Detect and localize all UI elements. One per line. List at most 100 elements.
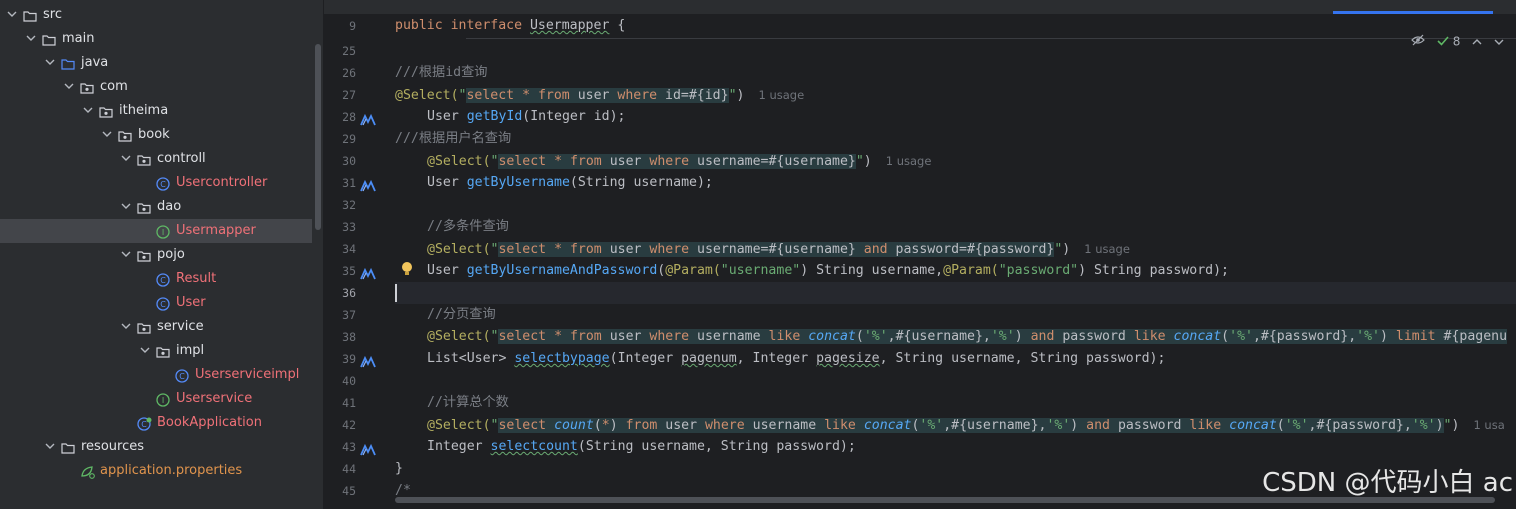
line-number: 28 (342, 110, 356, 124)
chevron-down-icon[interactable] (120, 243, 132, 267)
editor-tab-strip[interactable] (324, 0, 1516, 14)
inspection-widget[interactable]: 8 (1411, 34, 1504, 50)
tree-item-resources[interactable]: resources (0, 435, 312, 459)
tree-item-user[interactable]: C User (0, 291, 312, 315)
mybatis-navigation-icon[interactable] (360, 177, 376, 192)
project-tree[interactable]: src main java com itheima book controll C Userco… (0, 0, 324, 509)
spring-class-icon: C (137, 416, 152, 431)
chevron-down-icon[interactable] (101, 123, 113, 147)
tree-item-application-properties[interactable]: application.properties (0, 459, 312, 483)
tree-item-userserviceimpl[interactable]: C Userserviceimpl (0, 363, 312, 387)
svg-text:C: C (141, 420, 147, 429)
properties-icon (80, 464, 95, 479)
chevron-up-icon[interactable] (1472, 35, 1486, 49)
current-line-highlight (395, 282, 1516, 304)
tree-item-label: Result (176, 271, 217, 286)
line-number: 33 (342, 220, 356, 234)
code-line-26[interactable]: ///根据id查询 (395, 62, 487, 84)
tree-item-service[interactable]: service (0, 315, 312, 339)
tree-item-result[interactable]: C Result (0, 267, 312, 291)
mybatis-navigation-icon[interactable] (360, 353, 376, 368)
chevron-down-icon[interactable] (44, 435, 56, 459)
line-number: 39 (342, 352, 356, 366)
sticky-header-divider (466, 38, 1516, 39)
code-token: @Select( (427, 242, 491, 257)
tree-item-dao[interactable]: dao (0, 195, 312, 219)
check-icon[interactable] (1437, 35, 1453, 49)
mybatis-navigation-icon[interactable] (360, 441, 376, 456)
code-line-27[interactable]: @Select("select * from user where id=#{i… (395, 84, 804, 106)
chevron-down-icon[interactable] (139, 339, 151, 363)
code-line-35[interactable]: User getByUsernameAndPassword(@Param("us… (427, 260, 1229, 282)
code-line-38[interactable]: @Select("select * from user where userna… (427, 326, 1508, 348)
line-number: 36 (342, 286, 356, 300)
code-line-44[interactable]: } (395, 458, 403, 480)
code-line-41[interactable]: //计算总个数 (427, 392, 509, 414)
code-token: @Select( (427, 154, 491, 169)
chevron-down-icon[interactable] (63, 75, 75, 99)
code-line-28[interactable]: User getById(Integer id); (427, 106, 626, 128)
tree-item-label: java (81, 55, 109, 70)
tree-item-book[interactable]: book (0, 123, 312, 147)
tree-item-label: Userservice (176, 391, 253, 406)
folder-icon (61, 440, 75, 454)
chevron-down-icon[interactable] (82, 99, 94, 123)
chevron-down-icon[interactable] (44, 51, 56, 75)
tree-item-userservice[interactable]: I Userservice (0, 387, 312, 411)
tree-item-main[interactable]: main (0, 27, 312, 51)
tree-item-java[interactable]: java (0, 51, 312, 75)
package-icon (137, 248, 151, 262)
text-caret (395, 284, 397, 302)
code-token: ///根据用户名查询 (395, 131, 512, 146)
chevron-down-icon[interactable] (25, 27, 37, 51)
code-line-30[interactable]: @Select("select * from user where userna… (427, 150, 931, 172)
code-line-33[interactable]: //多条件查询 (427, 216, 509, 238)
package-icon (137, 320, 151, 334)
mybatis-navigation-icon[interactable] (360, 265, 376, 280)
eye-slash-icon[interactable] (1411, 34, 1429, 49)
tree-item-src[interactable]: src (0, 3, 312, 27)
chevron-down-icon[interactable] (120, 147, 132, 171)
tree-item-itheima[interactable]: itheima (0, 99, 312, 123)
tree-item-impl[interactable]: impl (0, 339, 312, 363)
tree-item-bookapplication[interactable]: C BookApplication (0, 411, 312, 435)
package-icon (156, 344, 170, 358)
tree-scrollbar[interactable] (315, 44, 321, 230)
code-line-37[interactable]: //分页查询 (427, 304, 496, 326)
watermark: CSDN @代码小白 ac (1262, 468, 1513, 498)
code-line-43[interactable]: Integer selectcount(String username, Str… (427, 436, 856, 458)
chevron-down-icon[interactable] (120, 195, 132, 219)
usage-hint[interactable]: 1 usage (886, 154, 932, 168)
code-editor[interactable]: 9 25 26 27 28 29 30 31 32 33 34 35 36 37 38 39 40 41 42 43 4… (324, 14, 1516, 509)
sql-string: select * from user where username=#{user… (498, 154, 856, 169)
interface-icon: I (156, 392, 170, 407)
usage-hint[interactable]: 1 usa (1473, 418, 1504, 432)
tree-item-com[interactable]: com (0, 75, 312, 99)
tree-item-usercontroller[interactable]: C Usercontroller (0, 171, 312, 195)
code-line-9[interactable]: public interface Usermapper { (395, 15, 625, 37)
line-number: 32 (342, 198, 356, 212)
code-line-29[interactable]: ///根据用户名查询 (395, 128, 511, 150)
code-token: @Param( (665, 263, 721, 278)
code-line-39[interactable]: List<User> selectbypage(Integer pagenum,… (427, 348, 1165, 370)
code-line-31[interactable]: User getByUsername(String username); (427, 172, 713, 194)
svg-text:C: C (160, 180, 166, 189)
code-line-42[interactable]: @Select("select count(*) from user where… (427, 414, 1505, 436)
code-token: (Integer id); (522, 109, 626, 124)
mybatis-navigation-icon[interactable] (360, 111, 376, 126)
chevron-down-icon[interactable] (1494, 35, 1504, 49)
tree-item-controll[interactable]: controll (0, 147, 312, 171)
code-token: ) String username, (800, 263, 944, 278)
usage-hint[interactable]: 1 usage (758, 88, 804, 102)
tree-item-usermapper[interactable]: I Usermapper (0, 219, 312, 243)
code-token: /* (395, 483, 411, 498)
usage-hint[interactable]: 1 usage (1084, 242, 1130, 256)
package-icon (99, 104, 113, 118)
chevron-down-icon[interactable] (120, 315, 132, 339)
code-token: , String username, String password); (879, 351, 1166, 366)
code-area[interactable]: public interface Usermapper {///根据id查询 @S… (395, 14, 1516, 509)
chevron-down-icon[interactable] (6, 3, 18, 27)
code-line-34[interactable]: @Select("select * from user where userna… (427, 238, 1130, 260)
code-token: pagesize (816, 351, 880, 366)
tree-item-pojo[interactable]: pojo (0, 243, 312, 267)
